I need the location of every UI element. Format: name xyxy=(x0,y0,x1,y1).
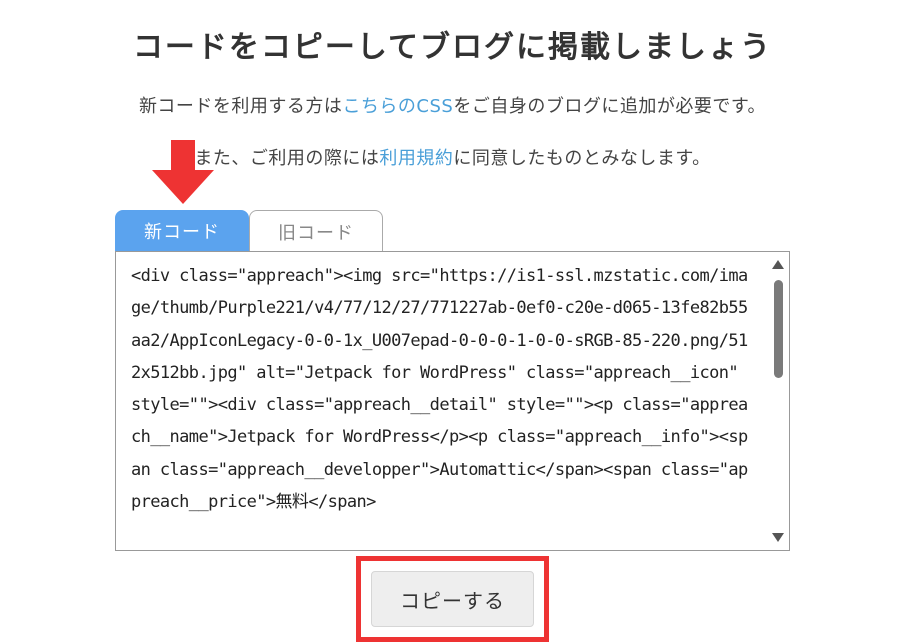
code-content[interactable]: <div class="appreach"><img src="https://… xyxy=(131,260,756,518)
copy-button-highlight: コピーする xyxy=(356,556,549,642)
scrollbar-thumb[interactable] xyxy=(774,280,783,378)
red-down-arrow-icon xyxy=(152,140,214,204)
css-notice-text-after: をご自身のブログに追加が必要です。 xyxy=(453,96,767,117)
css-notice-text-before: 新コードを利用する方は xyxy=(138,96,343,117)
triangle-up-icon[interactable] xyxy=(772,260,784,269)
terms-notice-text-before: また、ご利用の際には xyxy=(194,148,380,169)
vertical-scrollbar[interactable] xyxy=(767,252,789,550)
css-link[interactable]: こちらのCSS xyxy=(342,96,453,117)
triangle-down-icon[interactable] xyxy=(772,533,784,542)
page-title: コードをコピーしてブログに掲載しましょう xyxy=(132,30,773,65)
tab-new-code[interactable]: 新コード xyxy=(115,210,249,252)
terms-link[interactable]: 利用規約 xyxy=(379,148,453,169)
css-notice: 新コードを利用する方はこちらのCSSをご自身のブログに追加が必要です。 xyxy=(0,92,905,118)
code-tabs: 新コード 旧コード xyxy=(115,210,383,252)
terms-notice-text-after: に同意したものとみなします。 xyxy=(453,148,711,169)
terms-notice: また、ご利用の際には利用規約に同意したものとみなします。 xyxy=(0,144,905,170)
tab-old-code[interactable]: 旧コード xyxy=(249,210,383,252)
copy-button[interactable]: コピーする xyxy=(371,571,534,627)
code-textarea[interactable]: <div class="appreach"><img src="https://… xyxy=(115,251,790,551)
